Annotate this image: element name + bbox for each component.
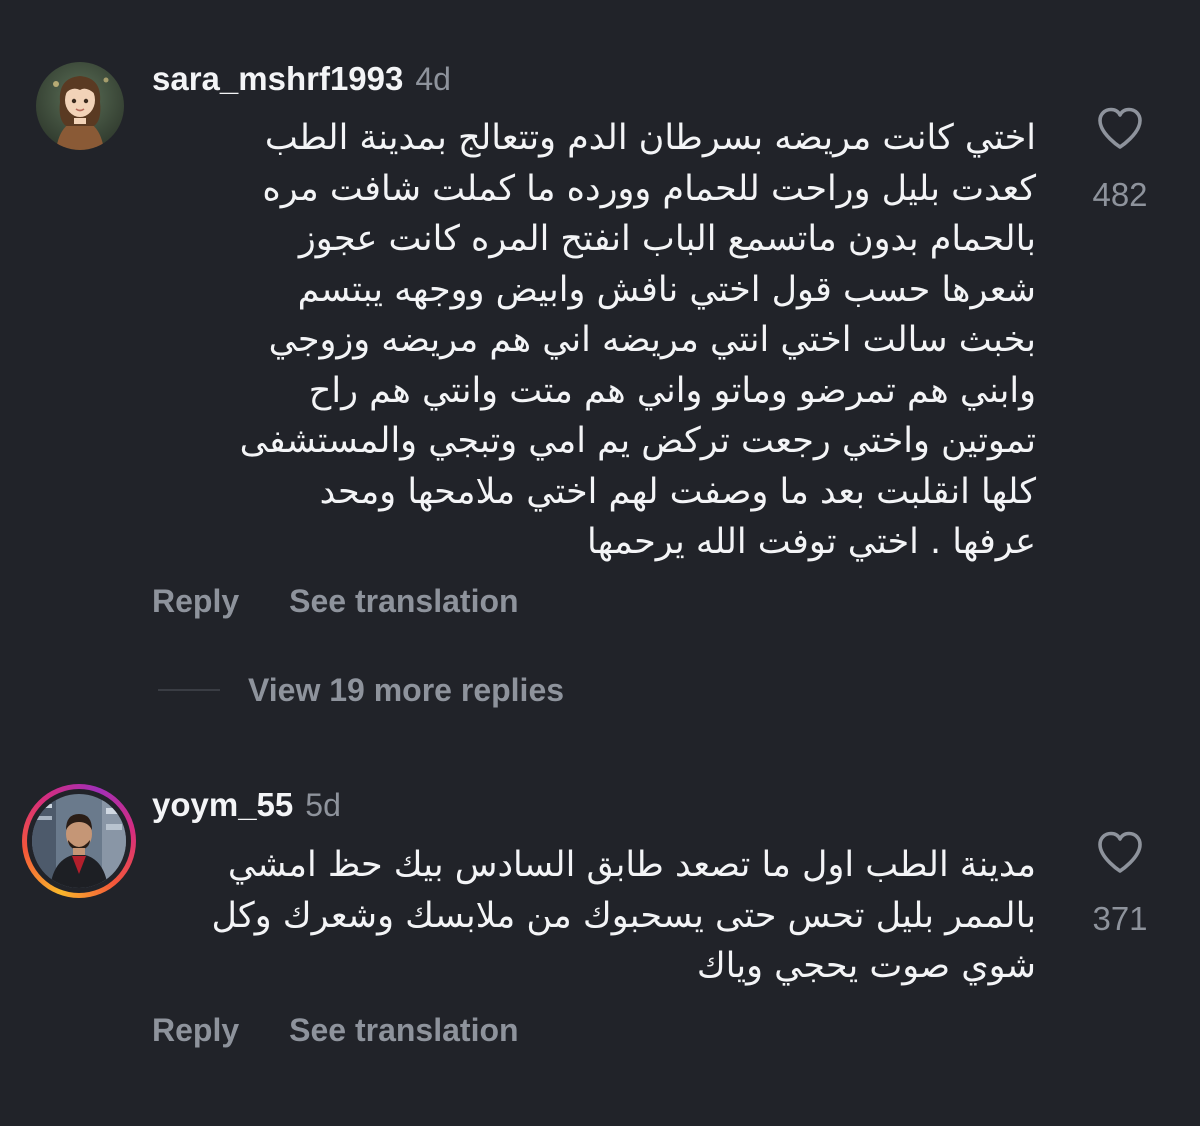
comment-age: 5d <box>305 787 341 823</box>
see-translation-button[interactable]: See translation <box>289 583 518 620</box>
like-control: 371 <box>1070 830 1170 938</box>
comment-line: مدينة الطب اول ما تصعد طابق السادس بيك ح… <box>227 845 1036 885</box>
comment-text: اختي كانت مريضه بسرطان الدم وتتعالج بمدي… <box>146 113 1036 568</box>
comment-text: مدينة الطب اول ما تصعد طابق السادس بيك ح… <box>146 840 1036 992</box>
comment-age: 4d <box>415 61 451 97</box>
comment-meta: yoym_55 5d <box>152 786 341 826</box>
comment-actions: Reply See translation <box>152 580 519 622</box>
replies-divider <box>158 689 220 691</box>
comment-line: شوي صوت يحجي وياك <box>696 946 1036 986</box>
like-count: 371 <box>1092 900 1148 937</box>
comment-line: تموتين واختي رجعت تركض يم امي وتبجي والم… <box>239 421 1036 461</box>
comment-line: اختي كانت مريضه بسرطان الدم وتتعالج بمدي… <box>264 118 1036 158</box>
avatar[interactable] <box>36 62 124 150</box>
comment-line: شعرها حسب قول اختي نافش وابيض ووجهه يبتس… <box>297 269 1036 310</box>
comment-meta: sara_mshrf1993 4d <box>152 60 451 100</box>
comment-line: كعدت بليل وراحت للحمام وورده ما كملت شاف… <box>262 168 1036 209</box>
comment-line: عرفها . اختي توفت الله يرحمها <box>587 522 1036 562</box>
heart-outline-icon[interactable] <box>1096 830 1144 874</box>
see-translation-button[interactable]: See translation <box>289 1012 518 1049</box>
username[interactable]: sara_mshrf1993 <box>152 60 403 98</box>
reply-button[interactable]: Reply <box>152 583 239 620</box>
like-control: 482 <box>1070 106 1170 214</box>
like-count: 482 <box>1092 176 1148 213</box>
comment-line: بالحمام بدون ماتسمع الباب انفتح المره كا… <box>298 219 1036 259</box>
comment-line: بخبث سالت اختي انتي مريضه اني هم مريضه و… <box>268 320 1036 360</box>
comment-line: وابني هم تمرضو وماتو واني هم متت وانتي ه… <box>308 370 1036 411</box>
comment-actions: Reply See translation <box>152 1009 519 1051</box>
username[interactable]: yoym_55 <box>152 786 293 824</box>
comments-page: sara_mshrf1993 4d اختي كانت مريضه بسرطان… <box>0 0 1200 1126</box>
view-more-replies[interactable]: View 19 more replies <box>158 668 564 712</box>
heart-outline-icon[interactable] <box>1096 106 1144 150</box>
avatar[interactable] <box>32 794 126 888</box>
view-more-replies-button[interactable]: View 19 more replies <box>248 672 564 709</box>
comment-line: كلها انقلبت بعد ما وصفت لهم اختي ملامحها… <box>319 471 1036 512</box>
comment-line: بالممر بليل تحس حتى يسحبوك من ملابسك وشع… <box>211 895 1036 936</box>
reply-button[interactable]: Reply <box>152 1012 239 1049</box>
